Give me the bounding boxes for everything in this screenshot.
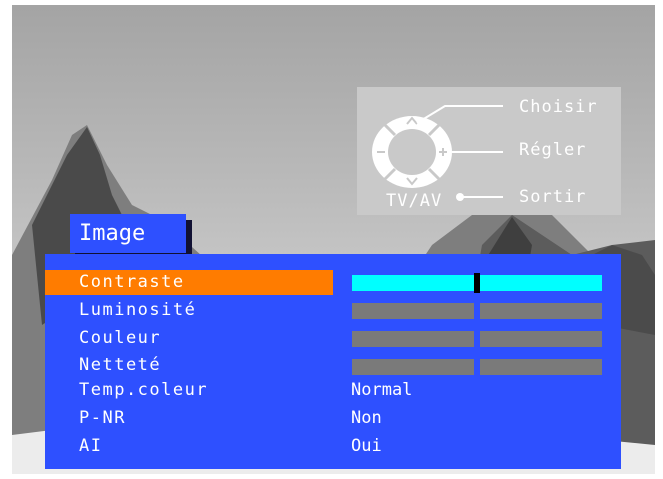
menu-item-label: AI	[79, 436, 103, 456]
menu-item-label: Temp.coleur	[79, 380, 209, 400]
menu-item-label: Netteté	[79, 355, 162, 375]
ai-value: Oui	[351, 436, 382, 456]
picture-menu-panel: Contraste Luminosité Couleur Netteté Tem…	[45, 254, 621, 469]
menu-item-luminosite[interactable]: Luminosité	[45, 298, 333, 323]
luminosite-slider[interactable]	[352, 303, 602, 319]
p-nr-value: Non	[351, 408, 382, 428]
help-choisir-label: Choisir	[519, 97, 598, 117]
menu-item-label: Contraste	[79, 272, 185, 292]
temp-coleur-value: Normal	[351, 380, 413, 400]
slider-fill-left	[352, 303, 474, 319]
slider-fill-right	[480, 331, 602, 347]
menu-item-label: Couleur	[79, 328, 162, 348]
couleur-slider[interactable]	[352, 331, 602, 347]
menu-item-ai[interactable]: AI	[45, 434, 333, 459]
menu-item-nettete[interactable]: Netteté	[45, 353, 333, 378]
contraste-slider[interactable]	[352, 273, 602, 293]
menu-item-label: P-NR	[79, 408, 126, 428]
menu-title-tab: Image	[70, 214, 186, 253]
slider-fill-right	[480, 359, 602, 375]
nettete-slider[interactable]	[352, 359, 602, 375]
slider-fill-left	[352, 331, 474, 347]
remote-help-panel: Choisir Régler Sortir TV/AV	[357, 87, 621, 215]
help-regler-label: Régler	[519, 140, 587, 160]
menu-item-contraste[interactable]: Contraste	[45, 270, 333, 295]
menu-item-temp-coleur[interactable]: Temp.coleur	[45, 378, 333, 403]
slider-marker	[474, 273, 480, 293]
menu-item-label: Luminosité	[79, 300, 197, 320]
menu-item-couleur[interactable]: Couleur	[45, 326, 333, 351]
menu-title: Image	[79, 221, 146, 246]
menu-item-p-nr[interactable]: P-NR	[45, 406, 333, 431]
slider-fill-left	[352, 359, 474, 375]
slider-fill-right	[480, 303, 602, 319]
help-tvav-label: TV/AV	[386, 191, 443, 211]
help-sortir-label: Sortir	[519, 187, 587, 207]
